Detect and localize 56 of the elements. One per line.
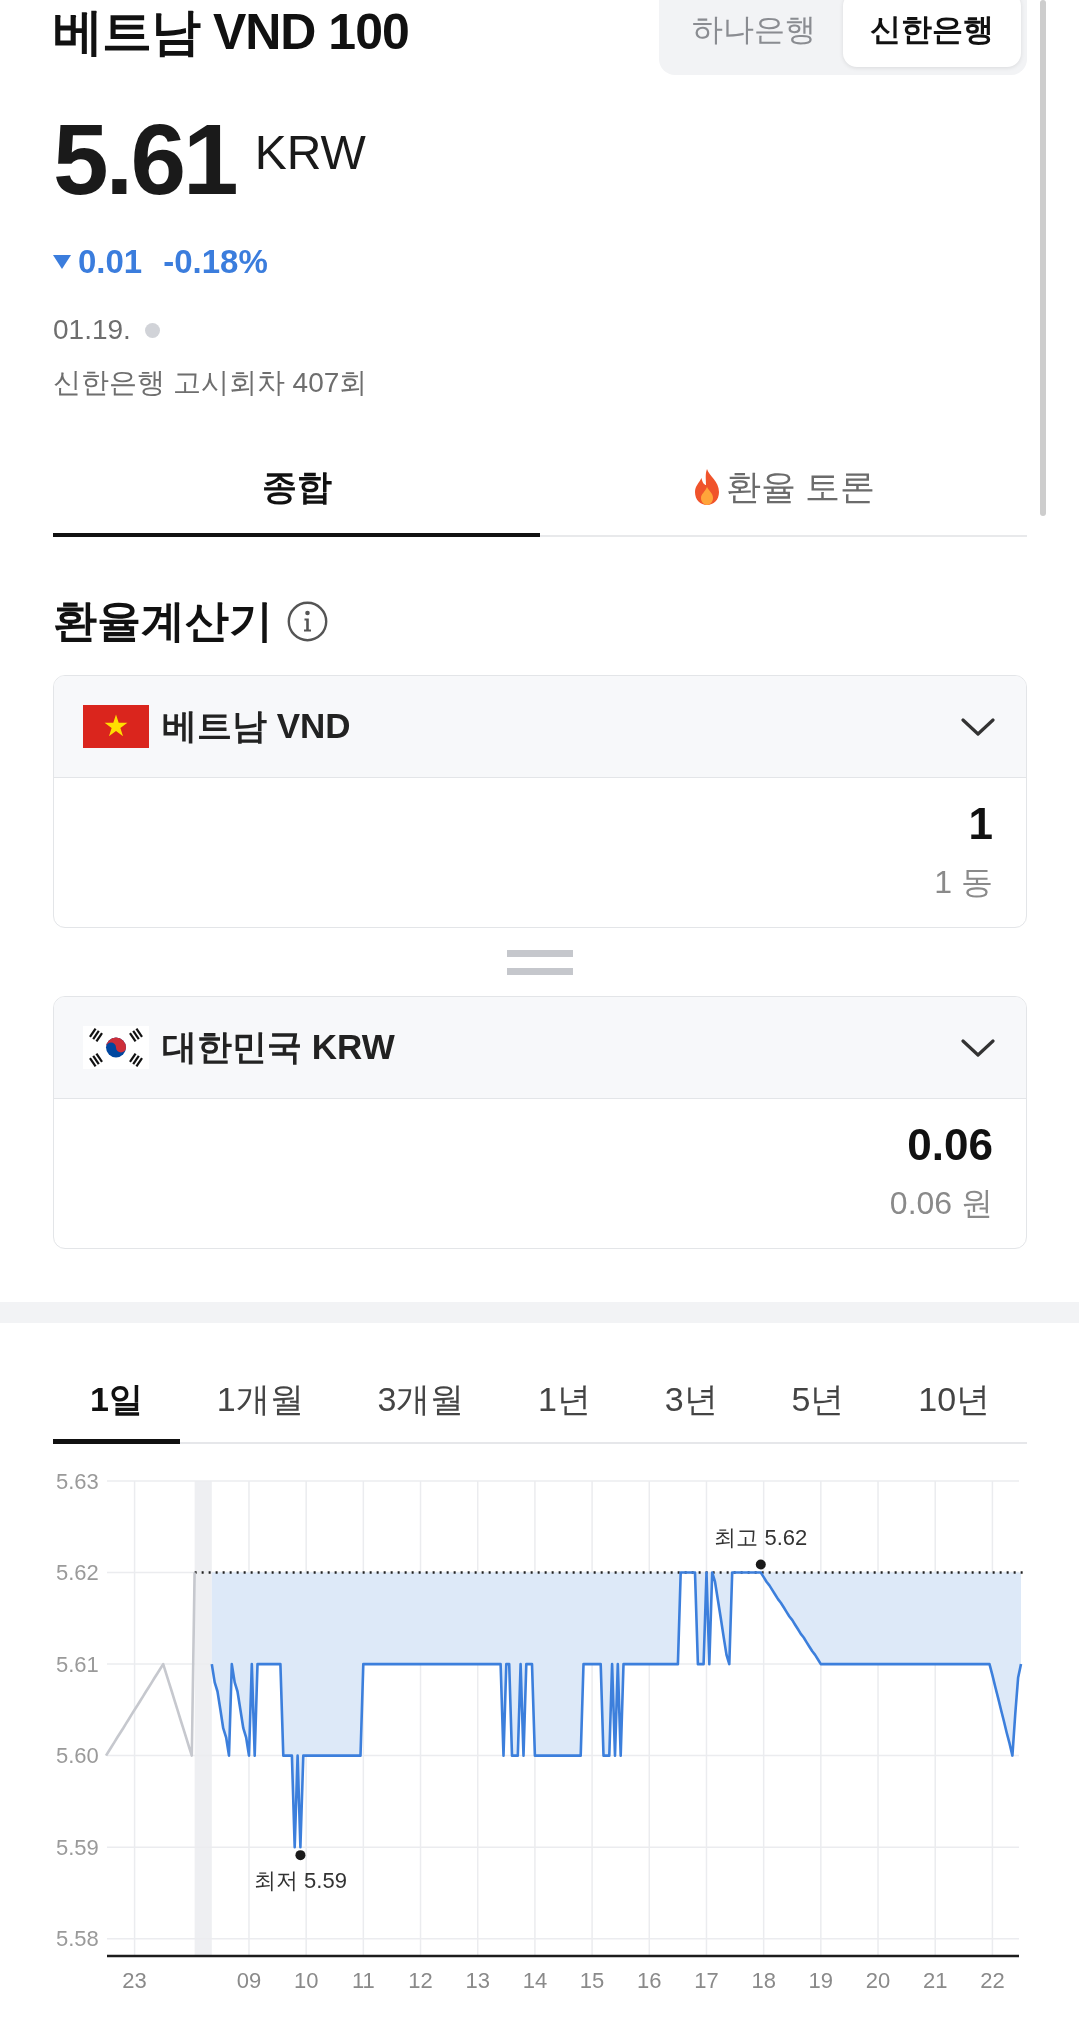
calculator-title: 환율계산기 xyxy=(53,595,273,647)
change-percent: -0.18% xyxy=(163,243,268,281)
x-axis-label: 09 xyxy=(236,1967,262,1993)
period-tab[interactable]: 1개월 xyxy=(179,1357,341,1444)
vietnam-flag-icon xyxy=(83,705,149,748)
period-tab[interactable]: 10년 xyxy=(881,1357,1028,1444)
currency-title: 베트남 VND 100 xyxy=(53,3,409,62)
x-axis-label: 16 xyxy=(637,1967,662,1993)
annotation-label: 최고 5.62 xyxy=(714,1525,808,1551)
period-tab[interactable]: 1일 xyxy=(53,1357,180,1444)
annotation-label: 최저 5.59 xyxy=(253,1867,347,1893)
info-icon[interactable] xyxy=(287,600,328,642)
x-axis-label: 20 xyxy=(865,1967,891,1993)
x-axis-label: 22 xyxy=(980,1967,1005,1993)
korea-flag-icon xyxy=(83,1026,149,1069)
amount-input[interactable]: 1 xyxy=(87,800,993,848)
scrollbar-thumb[interactable] xyxy=(1040,0,1046,516)
x-axis-label: 15 xyxy=(579,1967,605,1993)
currency-code: KRW xyxy=(254,129,366,177)
notice-round: 신한은행 고시회차 407회 xyxy=(53,366,369,400)
y-axis-label: 5.60 xyxy=(56,1743,99,1769)
x-axis-label: 12 xyxy=(408,1967,433,1993)
bank-option[interactable]: 신한은행 xyxy=(843,0,1021,67)
y-axis-label: 5.61 xyxy=(56,1651,99,1677)
point-marker-icon xyxy=(295,1850,306,1861)
chevron-down-icon xyxy=(961,1037,995,1058)
x-axis-label: 11 xyxy=(351,1967,375,1993)
y-axis-label: 5.62 xyxy=(56,1560,99,1586)
point-marker-icon xyxy=(755,1559,766,1570)
x-axis-label: 23 xyxy=(122,1967,147,1993)
period-tab[interactable]: 1년 xyxy=(501,1357,628,1444)
period-tab[interactable]: 3년 xyxy=(627,1357,755,1444)
equals-icon xyxy=(507,949,573,975)
change-amount: 0.01 xyxy=(78,243,143,281)
y-axis-label: 5.58 xyxy=(56,1926,99,1952)
x-axis-label: 18 xyxy=(751,1967,776,1993)
period-tab[interactable]: 5년 xyxy=(754,1357,882,1444)
amount-input[interactable]: 0.06 xyxy=(87,1121,993,1169)
amount-reading: 1 동 xyxy=(934,863,993,902)
y-axis-label: 5.59 xyxy=(56,1834,99,1860)
period-tab[interactable]: 3개월 xyxy=(340,1357,502,1444)
x-axis-label: 17 xyxy=(694,1967,719,1993)
x-axis-label: 19 xyxy=(808,1967,834,1993)
quote-date: 01.19. xyxy=(53,314,131,346)
tab[interactable]: 종합 xyxy=(53,441,540,537)
currency-select[interactable]: 대한민국 KRW xyxy=(54,997,1026,1099)
x-axis-label: 14 xyxy=(522,1967,548,1993)
exchange-rate: 5.61 xyxy=(53,109,236,209)
x-axis-label: 21 xyxy=(923,1967,948,1993)
x-axis-label: 13 xyxy=(465,1967,490,1993)
chevron-down-icon xyxy=(961,716,995,737)
currency-select[interactable]: 베트남 VND xyxy=(54,676,1026,778)
amount-reading: 0.06 원 xyxy=(889,1184,993,1223)
x-axis-label: 10 xyxy=(293,1967,319,1993)
tab[interactable]: 환율 토론 xyxy=(540,441,1027,537)
y-axis-label: 5.63 xyxy=(56,1468,99,1494)
